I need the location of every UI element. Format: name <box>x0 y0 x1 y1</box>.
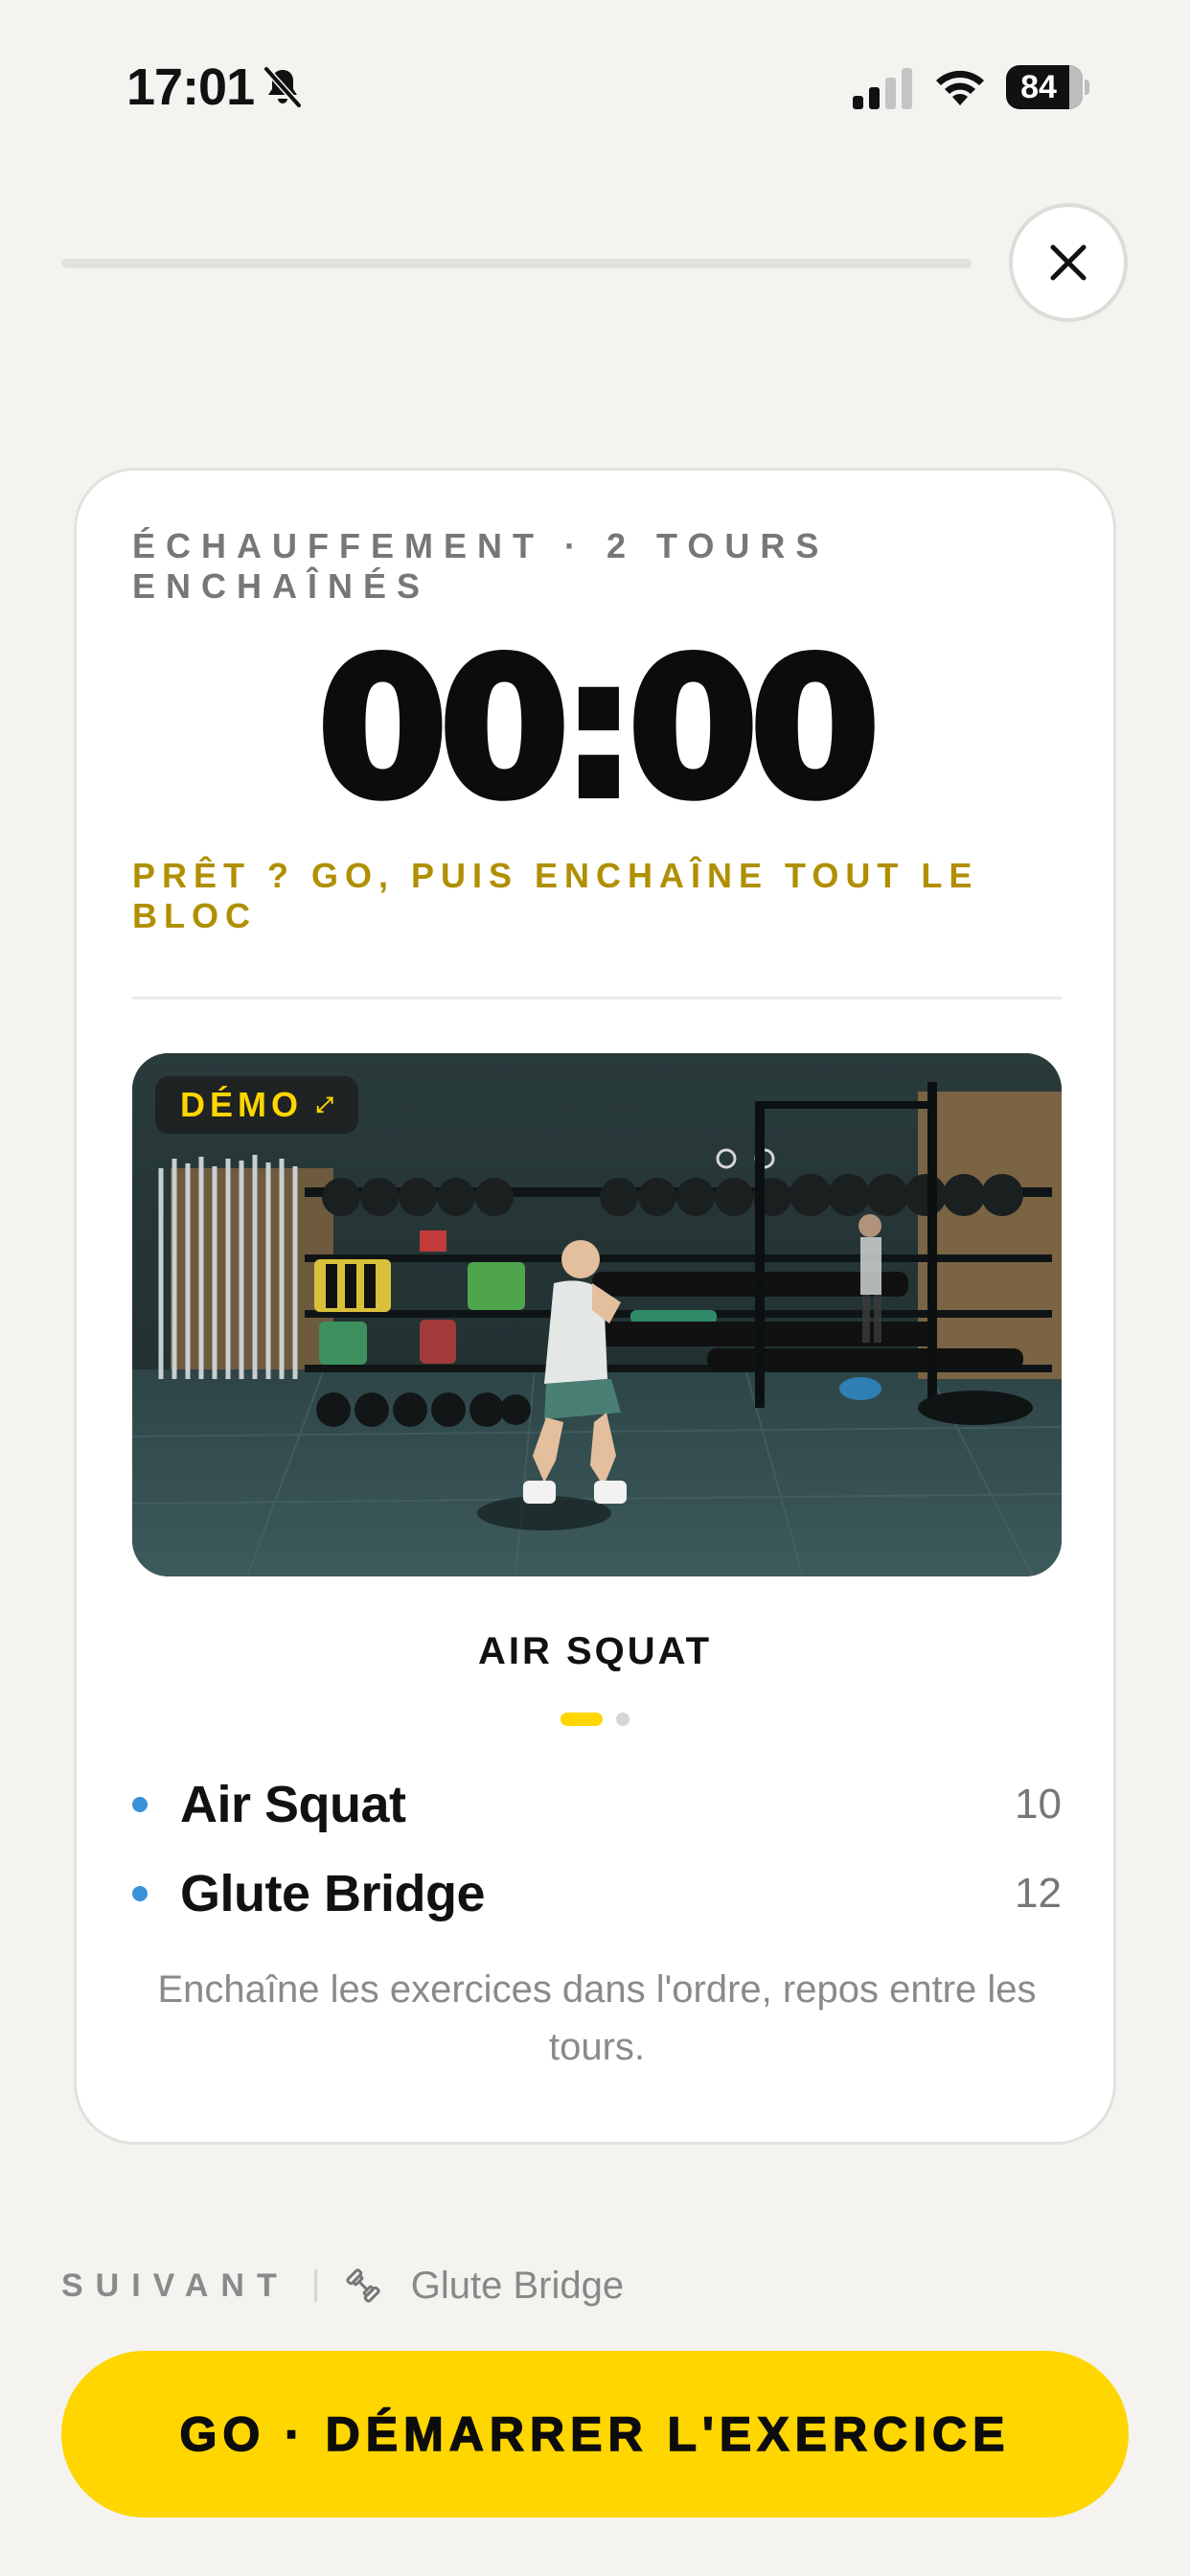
status-time: 17:01 <box>126 58 255 116</box>
battery-icon: 84 <box>1006 65 1089 109</box>
workout-screen: 17:01 84 ÉCHAUFFEMENT · 2 TOURS ENCHAÎNÉ… <box>0 0 1190 2576</box>
exercise-name: Glute Bridge <box>180 1864 486 1922</box>
timer: 00:00 <box>87 630 1103 829</box>
demo-badge-label: DÉMO <box>180 1085 303 1124</box>
timer-value: 00:00 <box>314 618 883 840</box>
battery-level: 84 <box>1020 69 1057 105</box>
close-button[interactable] <box>1009 203 1128 322</box>
exercise-list: Air Squat 10 Glute Bridge 12 <box>132 1760 1062 1938</box>
expand-icon: ⤢ <box>316 1092 333 1116</box>
close-icon <box>1050 244 1087 281</box>
separator <box>313 2269 317 2302</box>
start-exercise-label: GO · DÉMARRER L'EXERCICE <box>179 2406 1011 2462</box>
next-label: SUIVANT <box>61 2266 289 2304</box>
demo-badge[interactable]: DÉMO ⤢ <box>155 1076 358 1134</box>
pager-dot-active[interactable] <box>561 1713 603 1726</box>
exercise-pager[interactable] <box>77 1712 1113 1727</box>
next-exercise: SUIVANT Glute Bridge <box>61 2257 624 2314</box>
workout-progress-bar <box>61 259 972 268</box>
list-item: Glute Bridge 12 <box>132 1849 1062 1938</box>
exercise-card: ÉCHAUFFEMENT · 2 TOURS ENCHAÎNÉS 00:00 P… <box>74 468 1116 2145</box>
pager-dot[interactable] <box>616 1713 629 1726</box>
exercise-reps: 12 <box>1015 1869 1062 1917</box>
dumbbell-icon <box>346 2268 380 2303</box>
exercise-name: Air Squat <box>180 1775 406 1833</box>
demo-video[interactable]: DÉMO ⤢ <box>132 1053 1062 1576</box>
instructions-note: Enchaîne les exercices dans l'ordre, rep… <box>157 1968 1037 2068</box>
bell-slash-icon <box>263 66 302 108</box>
bullet-icon <box>132 1885 148 1901</box>
wifi-icon <box>936 70 984 105</box>
start-exercise-button[interactable]: GO · DÉMARRER L'EXERCICE <box>61 2351 1129 2518</box>
divider <box>132 997 1062 1000</box>
next-exercise-name: Glute Bridge <box>410 2264 625 2307</box>
bullet-icon <box>132 1796 148 1812</box>
exercise-reps: 10 <box>1015 1780 1062 1828</box>
status-bar: 17:01 84 <box>0 0 1190 172</box>
start-hint: PRÊT ? GO, PUIS ENCHAÎNE TOUT LE BLOC <box>132 856 979 935</box>
cellular-signal-icon <box>853 68 912 109</box>
list-item: Air Squat 10 <box>132 1760 1062 1849</box>
block-label: ÉCHAUFFEMENT · 2 TOURS ENCHAÎNÉS <box>132 526 830 606</box>
current-exercise-title: AIR SQUAT <box>477 1630 713 1672</box>
